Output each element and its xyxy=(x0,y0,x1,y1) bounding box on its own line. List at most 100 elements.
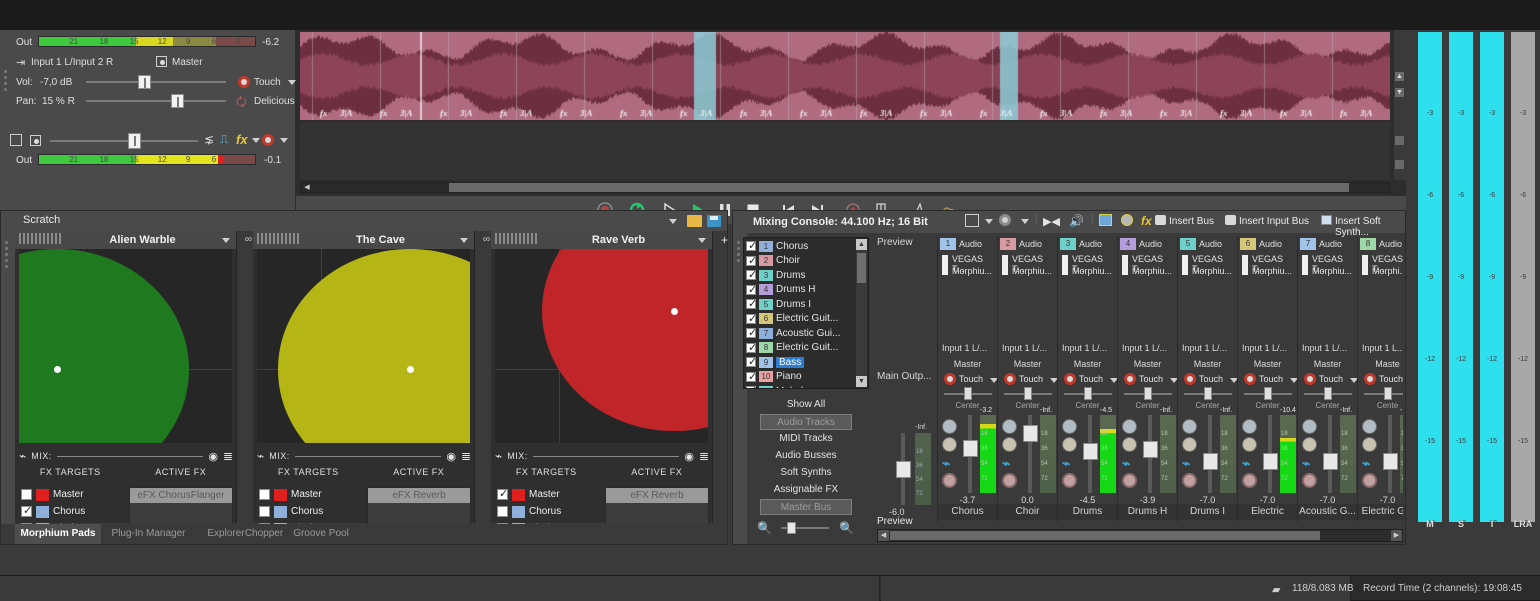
automation-gear-icon[interactable] xyxy=(238,76,250,88)
channel-name-label[interactable]: Electric G... xyxy=(1358,504,1403,520)
channel-input-label[interactable]: Input 1 L/... xyxy=(1002,343,1047,353)
channel-invert-phase-icon[interactable]: ⌁ xyxy=(1002,455,1010,472)
timeline-horizontal-scrollbar[interactable]: ◀ xyxy=(300,182,1390,193)
insert-soft-synth-glyph-icon[interactable] xyxy=(1321,215,1332,225)
fx-curve-icon[interactable]: ⌁ xyxy=(257,449,264,463)
channel-solo-knob-icon[interactable] xyxy=(1362,437,1377,452)
mixer-channel-strip[interactable]: 6AudioVEGAS T...Morphiu...Input 1 L/...M… xyxy=(1237,237,1297,522)
fx-mix-slider[interactable] xyxy=(533,456,680,457)
channel-invert-phase-icon[interactable]: ⌁ xyxy=(1122,455,1130,472)
scroll-down-icon[interactable]: ▼ xyxy=(1395,88,1404,97)
fx-icon[interactable]: fx xyxy=(236,132,248,147)
scroll-up-icon[interactable]: ▲ xyxy=(1395,72,1404,81)
channel-pan-slider[interactable] xyxy=(1124,393,1172,395)
mixer-scroll-right-icon[interactable]: ▶ xyxy=(1391,530,1402,541)
channel-pan-slider[interactable] xyxy=(1184,393,1232,395)
channel-mute-knob-icon[interactable] xyxy=(1302,419,1317,434)
channel-fx-2-label[interactable]: Morphiu... xyxy=(1012,266,1052,276)
channel-fx-2-label[interactable]: Morphiu... xyxy=(1192,266,1232,276)
channel-fx-slot-indicator[interactable] xyxy=(1062,255,1068,275)
save-icon[interactable] xyxy=(707,215,721,227)
active-fx-item[interactable]: eFX ChorusFlanger xyxy=(130,488,232,503)
mixer-scroll-left-icon[interactable]: ◀ xyxy=(878,530,889,541)
automation-mode-label[interactable]: Touch xyxy=(254,77,281,88)
fx-pad-name[interactable]: Rave Verb xyxy=(539,234,698,246)
track-list-item[interactable]: 3Drums xyxy=(744,268,855,283)
channel-invert-phase-icon[interactable]: ⌁ xyxy=(1302,455,1310,472)
fx-pad-chevron-down-icon[interactable] xyxy=(460,238,468,243)
insert-input-bus-glyph-icon[interactable] xyxy=(1225,215,1236,225)
zoom-control-icon-2[interactable] xyxy=(1395,160,1404,169)
channel-automation-gear-icon[interactable] xyxy=(1364,373,1376,385)
fx-mix-knob-icon[interactable]: ◉ xyxy=(446,450,456,463)
fx-params-icon[interactable]: ≣ xyxy=(699,449,708,463)
channel-fx-slot-indicator[interactable] xyxy=(1122,255,1128,275)
channel-input-label[interactable]: Input 1 L/... xyxy=(1242,343,1287,353)
scratch-tab-groove-pool[interactable]: Groove Pool xyxy=(286,524,356,544)
channel-automation-gear-icon[interactable] xyxy=(1304,373,1316,385)
scratch-tab-morphium-pads[interactable]: Morphium Pads xyxy=(15,524,101,544)
track-name-label[interactable]: Drums I xyxy=(776,299,811,310)
mixer-channel-strip[interactable]: 2AudioVEGAS T...Morphiu...Input 1 L/...M… xyxy=(997,237,1057,522)
channel-mute-knob-icon[interactable] xyxy=(1182,419,1197,434)
folder-icon[interactable] xyxy=(687,215,702,227)
channel-fader[interactable] xyxy=(1268,415,1272,493)
mixer-horizontal-scrollbar[interactable]: ◀ ▶ xyxy=(877,529,1403,542)
track-name-label[interactable]: Chorus xyxy=(776,241,808,252)
layout-chevron-down-icon[interactable] xyxy=(985,219,993,224)
channel-solo-knob-icon[interactable] xyxy=(1182,437,1197,452)
routing-icon[interactable]: ⇥ xyxy=(16,56,25,69)
channel-fx-slot-indicator[interactable] xyxy=(1242,255,1248,275)
channel-fader[interactable] xyxy=(968,415,972,493)
track-list-item[interactable]: 4Drums H xyxy=(744,283,855,298)
channel-mute-knob-icon[interactable] xyxy=(942,419,957,434)
fx-xy-pad[interactable] xyxy=(19,249,232,443)
add-pad-icon[interactable]: + xyxy=(721,233,728,247)
channel-automation-mode-label[interactable]: Touch xyxy=(1319,374,1343,384)
channel-automation-gear-icon[interactable] xyxy=(1064,373,1076,385)
strip-width-slider[interactable] xyxy=(781,527,829,529)
fx-target-row[interactable]: Chorus xyxy=(493,503,601,520)
channel-name-label[interactable]: Drums H xyxy=(1118,504,1177,520)
channel-record-arm-icon[interactable] xyxy=(1002,473,1017,488)
scratch-panel-grip[interactable]: ✕ ◀ xyxy=(1,211,15,544)
audio-clip-waveform[interactable] xyxy=(300,32,1390,120)
fx-pad-chevron-down-icon[interactable] xyxy=(222,238,230,243)
channel-invert-phase-icon[interactable]: ⌁ xyxy=(1182,455,1190,472)
channel-name-label[interactable]: Chorus xyxy=(938,504,997,520)
channel-fx-slot-indicator[interactable] xyxy=(1302,255,1308,275)
track-name-label[interactable]: Electric Guit... xyxy=(776,342,838,353)
channel-fx-2-label[interactable]: Morphiu... xyxy=(1132,266,1172,276)
mono-icon[interactable]: ▶◀ xyxy=(1043,215,1060,228)
track-name-label[interactable]: Drums H xyxy=(776,284,815,295)
fx-params-icon[interactable]: ≣ xyxy=(461,449,470,463)
fx-pad-chevron-down-icon[interactable] xyxy=(698,238,706,243)
scratch-tab-plug-in-manager[interactable]: Plug-In Manager xyxy=(101,524,196,544)
master-bus-icon[interactable] xyxy=(156,56,167,67)
fx-xy-pad[interactable] xyxy=(495,249,708,443)
mixer-filter-midi-tracks[interactable]: MIDI Tracks xyxy=(760,431,852,447)
mixer-filter-assignable-fx[interactable]: Assignable FX xyxy=(760,482,852,498)
track-visible-checkbox[interactable] xyxy=(746,241,756,251)
channel-automation-gear-icon[interactable] xyxy=(944,373,956,385)
channel-mute-knob-icon[interactable] xyxy=(1062,419,1077,434)
channel-fader[interactable] xyxy=(1088,415,1092,493)
channel-record-arm-icon[interactable] xyxy=(1362,473,1377,488)
insert-input-bus-label[interactable]: Insert Input Bus xyxy=(1239,216,1309,227)
master-output-meter-2[interactable]: 2118 1512 96 xyxy=(38,154,256,165)
automation2-chevron-down-icon[interactable] xyxy=(280,138,288,143)
channel-output-label[interactable]: Maste xyxy=(1358,359,1403,369)
insert-bus-glyph-icon[interactable] xyxy=(1155,215,1166,225)
track-name-label[interactable]: Melody xyxy=(776,386,808,389)
fx-mix-slider[interactable] xyxy=(295,456,442,457)
track-visible-checkbox[interactable] xyxy=(746,328,756,338)
fx-target-checkbox[interactable] xyxy=(497,489,508,500)
mixer-channel-strips[interactable]: 1AudioVEGAS T...Morphiu...Input 1 L/...M… xyxy=(877,237,1403,522)
channel-name-label[interactable]: Acoustic G... xyxy=(1298,504,1357,520)
channel-fx-2-label[interactable]: Morphiu... xyxy=(1312,266,1352,276)
channel-input-label[interactable]: Input 1 L... xyxy=(1362,343,1403,353)
channel-pan-slider[interactable] xyxy=(1364,393,1403,395)
mixer-channel-strip[interactable]: 1AudioVEGAS T...Morphiu...Input 1 L/...M… xyxy=(937,237,997,522)
fx-target-row[interactable]: Chorus xyxy=(255,503,363,520)
channel-automation-mode-label[interactable]: Touch xyxy=(1379,374,1403,384)
